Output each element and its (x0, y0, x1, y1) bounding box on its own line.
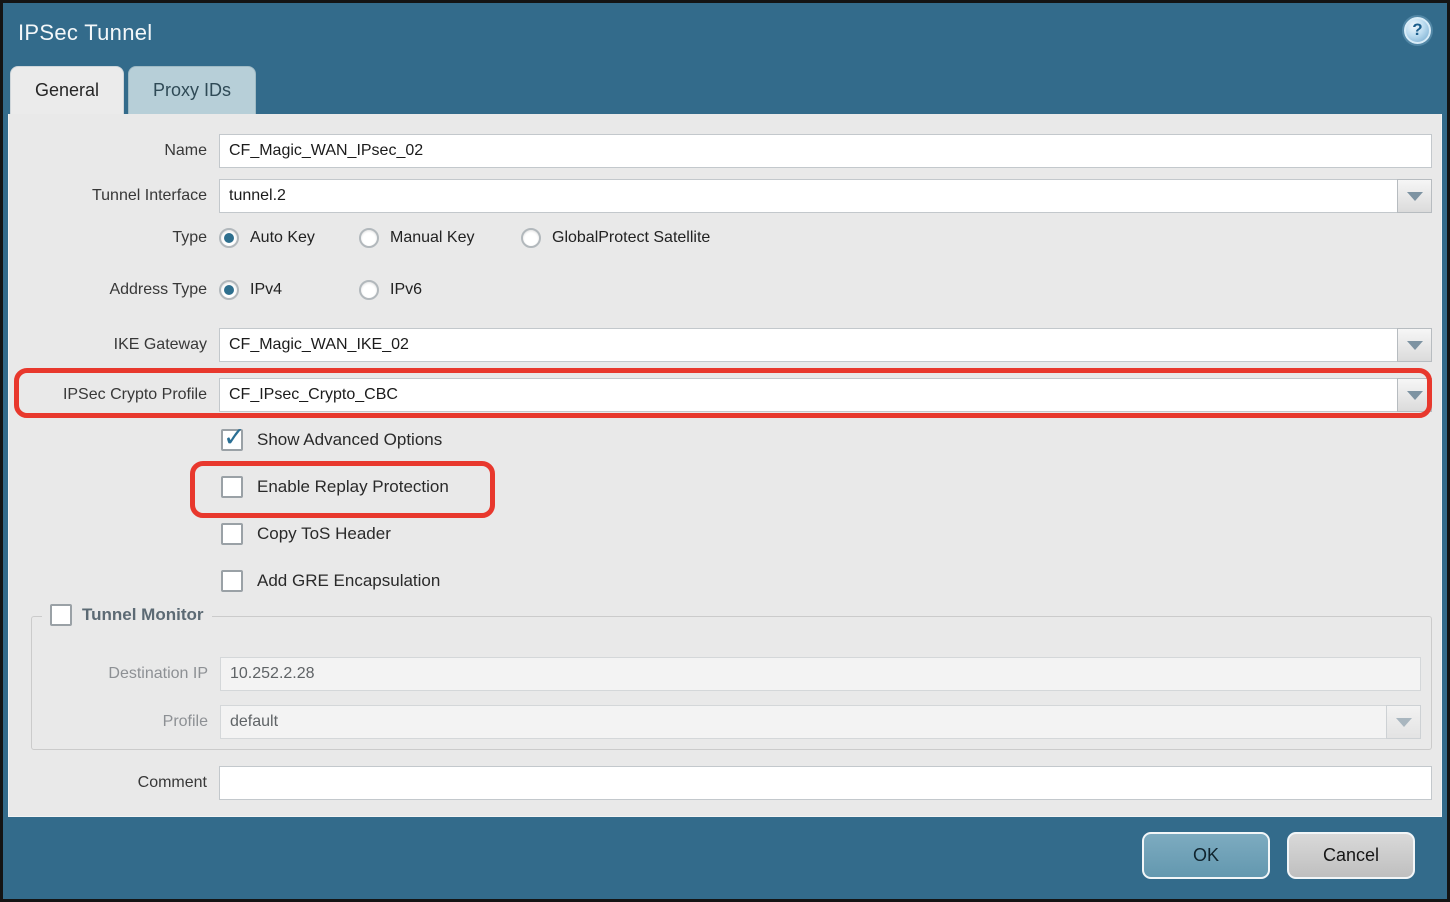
help-icon[interactable]: ? (1404, 17, 1431, 44)
type-label: Type (9, 229, 219, 247)
ike-gateway-label: IKE Gateway (9, 336, 219, 354)
ipsec-crypto-profile-row: IPSec Crypto Profile (9, 378, 1432, 412)
name-input[interactable] (219, 134, 1432, 168)
ipsec-crypto-profile-dropdown-button[interactable] (1397, 378, 1432, 412)
chevron-down-icon (1407, 391, 1423, 400)
tunnel-monitor-fieldset: Tunnel Monitor Destination IP Profile (31, 616, 1432, 750)
profile-label: Profile (32, 713, 220, 731)
name-row: Name (9, 134, 1432, 168)
add-gre-encapsulation-row[interactable]: Add GRE Encapsulation (9, 569, 1441, 593)
radio-icon (359, 280, 379, 300)
chevron-down-icon (1407, 192, 1423, 201)
chevron-down-icon (1396, 718, 1412, 727)
tab-proxy-ids[interactable]: Proxy IDs (128, 66, 256, 114)
radio-icon (359, 228, 379, 248)
destination-ip-row: Destination IP (32, 657, 1421, 691)
checkbox-icon[interactable] (221, 523, 243, 545)
tunnel-interface-row: Tunnel Interface (9, 179, 1432, 213)
tab-general[interactable]: General (10, 66, 124, 114)
ok-button[interactable]: OK (1142, 832, 1270, 879)
tab-bar: General Proxy IDs (3, 66, 1447, 114)
comment-row: Comment (9, 766, 1432, 800)
profile-dropdown-button (1386, 705, 1421, 739)
checkbox-icon[interactable] (50, 604, 72, 626)
destination-ip-label: Destination IP (32, 665, 220, 683)
checkbox-icon[interactable] (221, 570, 243, 592)
ipsec-crypto-profile-label: IPSec Crypto Profile (9, 386, 219, 404)
ike-gateway-dropdown-button[interactable] (1397, 328, 1432, 362)
ipsec-tunnel-dialog: IPSec Tunnel ? General Proxy IDs Name (3, 3, 1447, 899)
ipsec-crypto-profile-input[interactable] (219, 378, 1397, 412)
address-type-label: Address Type (9, 281, 219, 299)
type-option-auto-key[interactable]: Auto Key (219, 228, 359, 248)
comment-label: Comment (9, 774, 219, 792)
checkbox-icon[interactable] (221, 429, 243, 451)
dialog-footer: OK Cancel (3, 817, 1447, 900)
general-tab-panel: Name Tunnel Interface Type (8, 114, 1442, 817)
radio-icon (521, 228, 541, 248)
cancel-button[interactable]: Cancel (1287, 832, 1415, 879)
copy-tos-header-row[interactable]: Copy ToS Header (9, 522, 1441, 546)
tab-general-label: General (35, 80, 99, 101)
ike-gateway-row: IKE Gateway (9, 328, 1432, 362)
radio-icon (219, 228, 239, 248)
profile-row: Profile (32, 705, 1421, 739)
show-advanced-options-row[interactable]: Show Advanced Options (9, 428, 1441, 452)
chevron-down-icon (1407, 341, 1423, 350)
destination-ip-input (220, 657, 1421, 691)
address-type-option-ipv4[interactable]: IPv4 (219, 280, 359, 300)
enable-replay-protection-row[interactable]: Enable Replay Protection (9, 475, 1441, 499)
tunnel-interface-dropdown-button[interactable] (1397, 179, 1432, 213)
dialog-title: IPSec Tunnel (18, 20, 152, 46)
radio-icon (219, 280, 239, 300)
type-option-manual-key[interactable]: Manual Key (359, 228, 521, 248)
tunnel-interface-input[interactable] (219, 179, 1397, 213)
ike-gateway-input[interactable] (219, 328, 1397, 362)
address-type-option-ipv6[interactable]: IPv6 (359, 280, 422, 300)
screenshot-frame: IPSec Tunnel ? General Proxy IDs Name (0, 0, 1450, 902)
profile-input (220, 705, 1386, 739)
type-option-globalprotect-satellite[interactable]: GlobalProtect Satellite (521, 228, 710, 248)
address-type-row: Address Type IPv4 IPv6 (9, 276, 1432, 303)
tab-proxy-ids-label: Proxy IDs (153, 80, 231, 101)
comment-input[interactable] (219, 766, 1432, 800)
type-row: Type Auto Key Manual Key GlobalProtect S… (9, 224, 1432, 251)
checkbox-icon[interactable] (221, 476, 243, 498)
tunnel-monitor-legend[interactable]: Tunnel Monitor (42, 604, 212, 626)
name-label: Name (9, 142, 219, 160)
dialog-titlebar: IPSec Tunnel ? (3, 3, 1447, 63)
tunnel-interface-label: Tunnel Interface (9, 187, 219, 205)
